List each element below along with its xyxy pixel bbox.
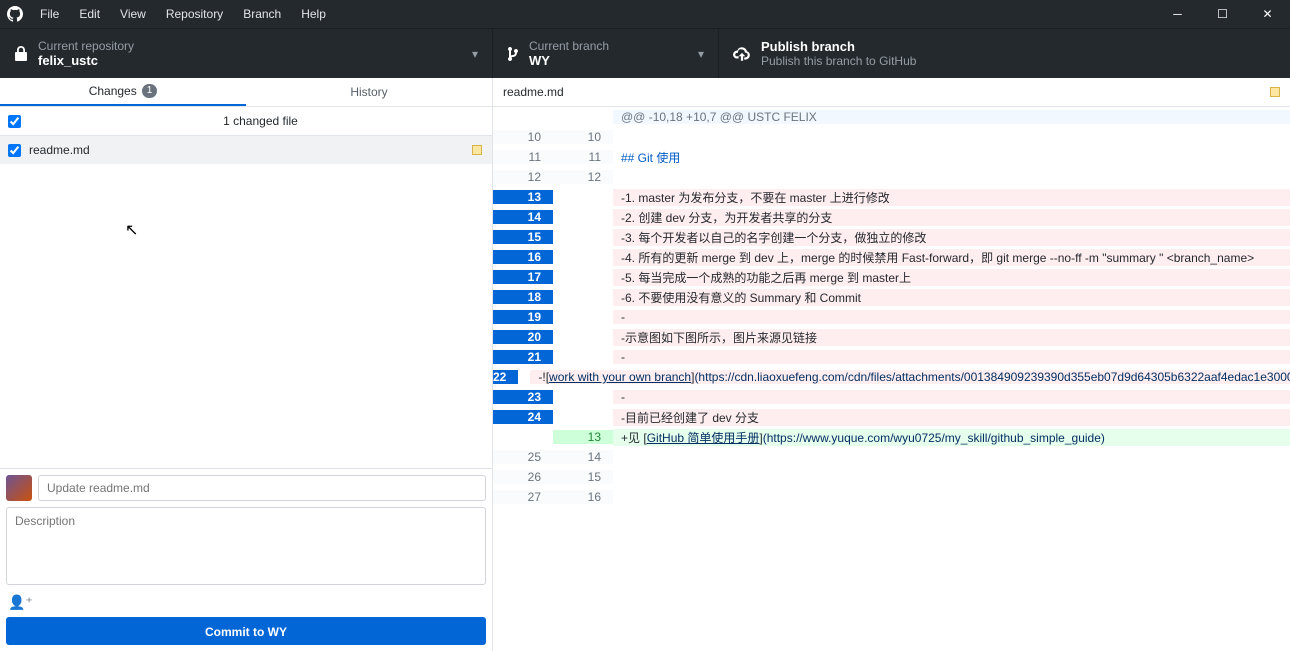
modified-icon — [472, 145, 482, 155]
github-logo-icon — [0, 6, 30, 22]
select-all-checkbox[interactable] — [8, 115, 21, 128]
current-repo-dropdown[interactable]: Current repository felix_ustc ▾ — [0, 29, 493, 78]
commit-form: 👤⁺ Commit to WY — [0, 468, 492, 651]
diff-body[interactable]: @@ -10,18 +10,7 @@ USTC FELIX10101111## … — [493, 107, 1290, 651]
cloud-upload-icon — [733, 47, 751, 61]
publish-title: Publish branch — [761, 39, 916, 54]
file-name: readme.md — [29, 143, 472, 157]
lock-icon — [14, 46, 28, 62]
chevron-down-icon: ▾ — [698, 47, 704, 61]
toolbar: Current repository felix_ustc ▾ Current … — [0, 28, 1290, 78]
tab-history[interactable]: History — [246, 78, 492, 106]
menu-edit[interactable]: Edit — [69, 0, 110, 28]
menu-branch[interactable]: Branch — [233, 0, 291, 28]
repo-name: felix_ustc — [38, 53, 134, 68]
current-branch-dropdown[interactable]: Current branch WY ▾ — [493, 29, 719, 78]
commit-button-prefix: Commit to — [205, 625, 268, 639]
window-minimize-icon[interactable]: ─ — [1155, 0, 1200, 28]
diff-filename: readme.md — [503, 85, 564, 99]
menu-help[interactable]: Help — [291, 0, 336, 28]
menu-repository[interactable]: Repository — [156, 0, 233, 28]
diff-panel: readme.md @@ -10,18 +10,7 @@ USTC FELIX1… — [493, 78, 1290, 651]
branch-label: Current branch — [529, 39, 609, 53]
publish-subtitle: Publish this branch to GitHub — [761, 54, 916, 68]
commit-summary-input[interactable] — [38, 475, 486, 501]
changes-panel: Changes 1 History 1 changed file readme.… — [0, 78, 493, 651]
tab-changes-label: Changes — [89, 84, 137, 98]
window-maximize-icon[interactable]: ☐ — [1200, 0, 1245, 28]
changed-file-row[interactable]: readme.md — [0, 136, 492, 164]
menu-view[interactable]: View — [110, 0, 156, 28]
cursor-icon: ↖ — [125, 220, 138, 240]
diff-header: readme.md — [493, 78, 1290, 107]
commit-button[interactable]: Commit to WY — [6, 617, 486, 645]
commit-button-branch: WY — [268, 625, 287, 639]
branch-icon — [507, 46, 519, 62]
file-checkbox[interactable] — [8, 144, 21, 157]
window-close-icon[interactable]: ✕ — [1245, 0, 1290, 28]
title-bar: File Edit View Repository Branch Help ─ … — [0, 0, 1290, 28]
add-coauthor-icon[interactable]: 👤⁺ — [6, 592, 486, 617]
avatar — [6, 475, 32, 501]
modified-icon — [1270, 87, 1280, 97]
changes-header: 1 changed file — [0, 107, 492, 136]
branch-name: WY — [529, 53, 609, 68]
tab-changes[interactable]: Changes 1 — [0, 78, 246, 106]
changes-count-badge: 1 — [142, 84, 158, 98]
commit-description-input[interactable] — [6, 507, 486, 585]
chevron-down-icon: ▾ — [472, 47, 478, 61]
repo-label: Current repository — [38, 39, 134, 53]
changed-files-summary: 1 changed file — [29, 114, 492, 128]
publish-branch-button[interactable]: Publish branch Publish this branch to Gi… — [719, 29, 1290, 78]
menu-file[interactable]: File — [30, 0, 69, 28]
